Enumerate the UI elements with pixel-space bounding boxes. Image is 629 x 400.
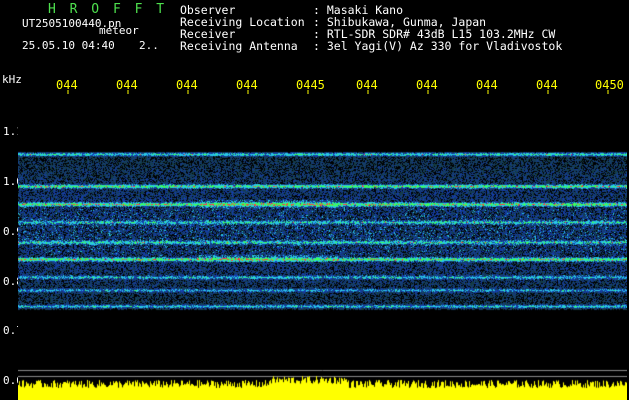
meteor-tag: meteor bbox=[99, 24, 139, 37]
meta-label-antenna: Receiving Antenna bbox=[180, 39, 298, 53]
frequency-unit-label: kHz bbox=[2, 73, 22, 86]
datetime: 25.05.10 04:40 bbox=[22, 39, 115, 52]
meteor-count: 2.. bbox=[139, 39, 159, 52]
spectrogram bbox=[18, 94, 627, 400]
hrofft-title: H R O F F T bbox=[48, 2, 168, 17]
meta-value-antenna: : 3el Yagi(V) Az 330 for Vladivostok bbox=[313, 39, 563, 53]
